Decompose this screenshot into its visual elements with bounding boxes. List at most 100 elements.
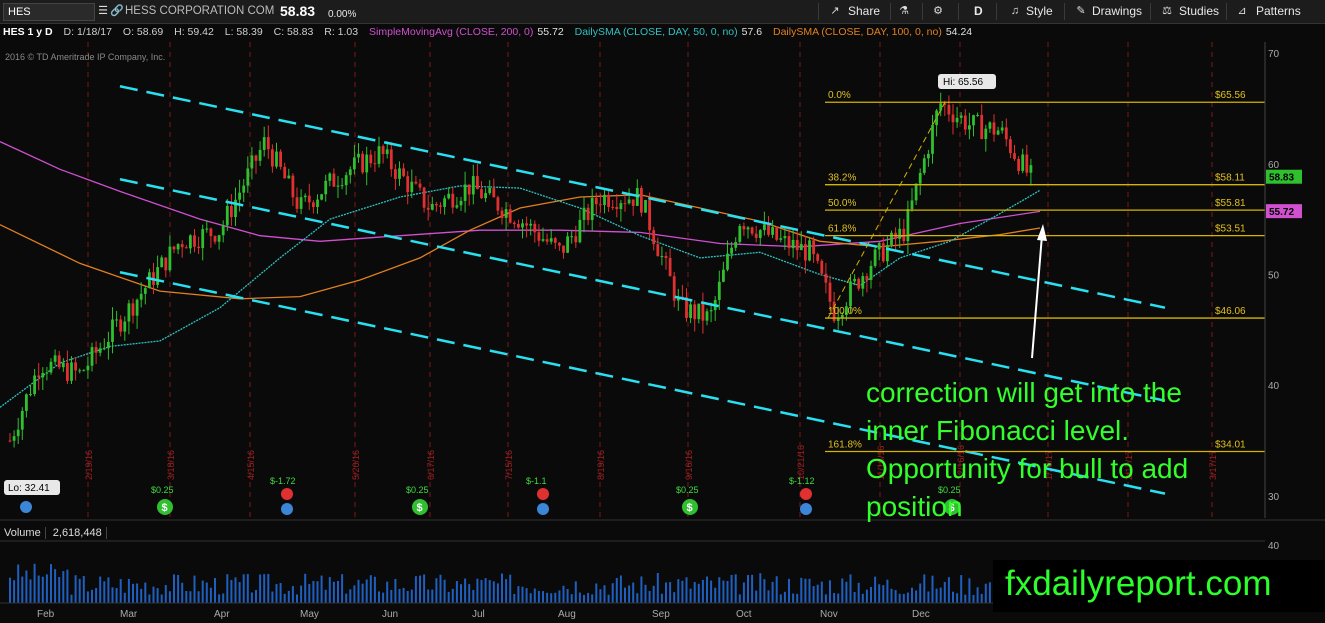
period-button[interactable]: D <box>974 0 983 23</box>
sma100-label[interactable]: DailySMA (CLOSE, DAY, 100, 0, no) <box>773 26 942 38</box>
candle-body <box>459 200 463 206</box>
candle-body <box>307 195 311 203</box>
candle-body <box>578 219 582 243</box>
candle-body <box>49 361 53 373</box>
candle-body <box>881 243 885 262</box>
fib-level-label: 0.0% <box>828 90 851 101</box>
candle-body <box>455 205 459 208</box>
candle-body <box>115 319 118 321</box>
candle-body <box>746 227 750 230</box>
candle-body <box>1009 139 1012 154</box>
candle-body <box>521 223 524 228</box>
drawings-button[interactable]: Drawings <box>1092 0 1142 23</box>
candle-body <box>422 187 426 208</box>
candle-body <box>869 265 873 280</box>
candle-body <box>972 115 975 126</box>
volume-value: 2,618,448 <box>48 527 107 539</box>
price-tick: 40 <box>1268 381 1280 392</box>
candle-body <box>660 256 664 258</box>
volume-tick: 40 <box>1268 541 1280 552</box>
candle-body <box>131 303 135 316</box>
gear-icon[interactable]: ⚙ <box>931 4 945 18</box>
dividend-glyph: $ <box>417 502 423 514</box>
month-label: Mar <box>120 609 138 620</box>
share-icon: ↗ <box>830 5 840 17</box>
date-label: 4/15/16 <box>246 450 256 480</box>
candle-body <box>935 110 938 126</box>
candle-body <box>385 149 389 155</box>
sma200-label[interactable]: SimpleMovingAvg (CLOSE, 200, 0) <box>369 26 533 38</box>
candle-body <box>320 194 323 200</box>
low-label: Lo: 32.41 <box>8 483 50 494</box>
candle-body <box>496 197 500 211</box>
candle-body <box>213 236 217 242</box>
candle-body <box>418 183 422 188</box>
candle-body <box>102 348 106 350</box>
earnings-icon <box>800 488 812 500</box>
candle-body <box>1013 153 1016 159</box>
candle-body <box>717 281 721 300</box>
candle-body <box>890 232 893 245</box>
candle-body <box>139 293 143 300</box>
candle-body <box>709 310 713 312</box>
candle-body <box>566 236 569 253</box>
candle-body <box>332 173 336 187</box>
candle-body <box>66 362 69 381</box>
chain-link-icon[interactable]: 🔗 <box>110 4 124 18</box>
candle-body <box>537 232 541 241</box>
price-chart[interactable]: 2/19/16 3/18/16 4/15/16 5/20/16 6/17/16 7/15/… <box>0 0 1325 623</box>
patterns-button[interactable]: Patterns <box>1256 0 1301 23</box>
candle-body <box>328 173 332 181</box>
candle-body <box>16 429 20 437</box>
candle-body <box>148 272 151 289</box>
candle-body <box>808 240 811 261</box>
candle-body <box>463 184 467 201</box>
month-label: Oct <box>736 609 752 620</box>
candle-body <box>1004 127 1008 140</box>
candle-body <box>939 103 943 111</box>
date-label: 8/19/16 <box>596 450 606 480</box>
candle-body <box>812 240 815 255</box>
candle-body <box>41 373 45 378</box>
sma50-label[interactable]: DailySMA (CLOSE, DAY, 50, 0, no) <box>575 26 738 38</box>
symbol-input[interactable]: HES <box>3 3 95 21</box>
candle-body <box>795 239 799 251</box>
month-label: Nov <box>820 609 838 620</box>
flask-icon[interactable]: ⚗ <box>897 4 911 18</box>
candle-body <box>164 257 168 271</box>
share-button[interactable]: Share <box>848 0 880 23</box>
fib-level-label: 50.0% <box>828 198 856 209</box>
candle-body <box>189 235 192 249</box>
candle-body <box>373 163 377 165</box>
candle-body <box>340 185 344 187</box>
candle-body <box>389 149 393 170</box>
candle-body <box>582 207 586 220</box>
candle-body <box>33 375 36 395</box>
candle-body <box>558 242 561 246</box>
candle-body <box>205 228 209 230</box>
candle-body <box>476 176 479 190</box>
candle-body <box>98 348 102 353</box>
candle-body <box>123 321 127 332</box>
menu-icon[interactable]: ☰ <box>96 4 110 18</box>
candle-body <box>705 311 709 321</box>
candle-body <box>361 153 364 173</box>
copyright-text: 2016 © TD Ameritrade IP Company, Inc. <box>5 52 166 62</box>
candle-body <box>94 347 98 353</box>
candle-body <box>611 206 615 208</box>
candle-body <box>381 146 385 155</box>
style-button[interactable]: Style <box>1026 0 1053 23</box>
candle-body <box>480 189 483 199</box>
candle-body <box>914 183 918 201</box>
candle-body <box>668 257 672 277</box>
candle-body <box>303 195 307 198</box>
studies-button[interactable]: Studies <box>1179 0 1219 23</box>
price-change: 0.00% <box>328 9 357 20</box>
candle-body <box>254 155 258 161</box>
candle-body <box>70 362 73 381</box>
candle-body <box>451 193 455 208</box>
candle-body <box>508 209 512 223</box>
candle-body <box>816 254 820 261</box>
last-price: 58.83 <box>280 3 316 19</box>
candle-body <box>726 253 729 270</box>
